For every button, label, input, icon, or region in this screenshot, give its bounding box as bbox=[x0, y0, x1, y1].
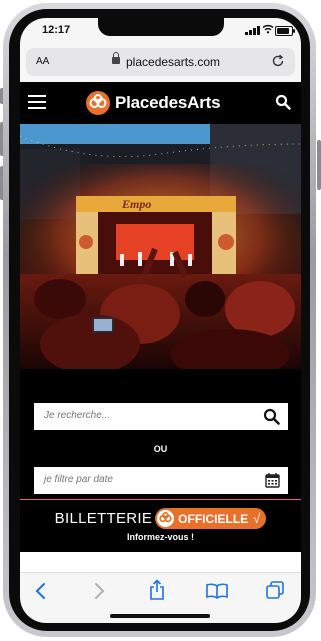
cellular-signal-icon bbox=[245, 26, 260, 35]
stage-sign: Empo bbox=[121, 197, 151, 211]
calendar-icon[interactable] bbox=[265, 472, 280, 488]
content-preview-strip bbox=[20, 552, 301, 572]
menu-icon[interactable] bbox=[28, 95, 46, 109]
hero-image[interactable]: Empo bbox=[20, 124, 301, 369]
url-field[interactable]: AA placedesarts.com bbox=[26, 48, 295, 76]
search-icon[interactable] bbox=[263, 408, 280, 425]
ticketing-word: BILLETTERIE bbox=[54, 510, 153, 527]
url-text[interactable]: placedesarts.com bbox=[126, 55, 220, 69]
wifi-icon bbox=[262, 24, 274, 34]
official-ticketing-banner[interactable]: BILLETTERIE OFFICIELLE √ Informez-vous ! bbox=[20, 500, 301, 550]
search-icon[interactable] bbox=[275, 94, 291, 110]
home-indicator[interactable] bbox=[110, 614, 210, 618]
search-placeholder: Je recherche... bbox=[44, 410, 111, 421]
notch bbox=[98, 18, 224, 36]
checkmark-icon: √ bbox=[253, 511, 261, 526]
bookmarks-icon[interactable] bbox=[206, 583, 228, 599]
search-input[interactable]: Je recherche... bbox=[34, 403, 288, 430]
back-icon[interactable] bbox=[34, 582, 48, 600]
logo-text: PlacedesArts bbox=[115, 93, 221, 112]
battery-icon bbox=[275, 26, 295, 36]
power-button bbox=[317, 140, 321, 190]
logo-mark-icon bbox=[86, 91, 110, 115]
logo-mark-icon bbox=[157, 510, 175, 527]
ticketing-subtitle[interactable]: Informez-vous ! bbox=[20, 532, 301, 542]
date-filter-input[interactable]: je filtre par date bbox=[34, 467, 288, 494]
forward-icon[interactable] bbox=[92, 582, 106, 600]
lock-icon bbox=[112, 52, 120, 64]
text-size-button[interactable]: AA bbox=[36, 56, 49, 67]
status-time: 12:17 bbox=[42, 24, 71, 36]
site-header: PlacedesArts bbox=[20, 82, 301, 124]
or-separator: OU bbox=[153, 444, 168, 454]
browser-address-bar: AA placedesarts.com bbox=[20, 44, 301, 83]
reload-icon[interactable] bbox=[271, 54, 285, 68]
site-logo[interactable]: PlacedesArts bbox=[86, 90, 221, 116]
search-section: Je recherche... OU je filtre par date bbox=[20, 369, 301, 499]
status-bar: 12:17 bbox=[20, 18, 301, 44]
tabs-icon[interactable] bbox=[266, 581, 284, 599]
share-icon[interactable] bbox=[148, 579, 166, 601]
official-badge: OFFICIELLE √ bbox=[155, 508, 267, 529]
date-filter-placeholder: je filtre par date bbox=[44, 474, 113, 485]
phone-screen: 12:17 AA placedesarts.com PlacedesArts E… bbox=[20, 18, 301, 623]
official-badge-text: OFFICIELLE bbox=[178, 511, 249, 526]
